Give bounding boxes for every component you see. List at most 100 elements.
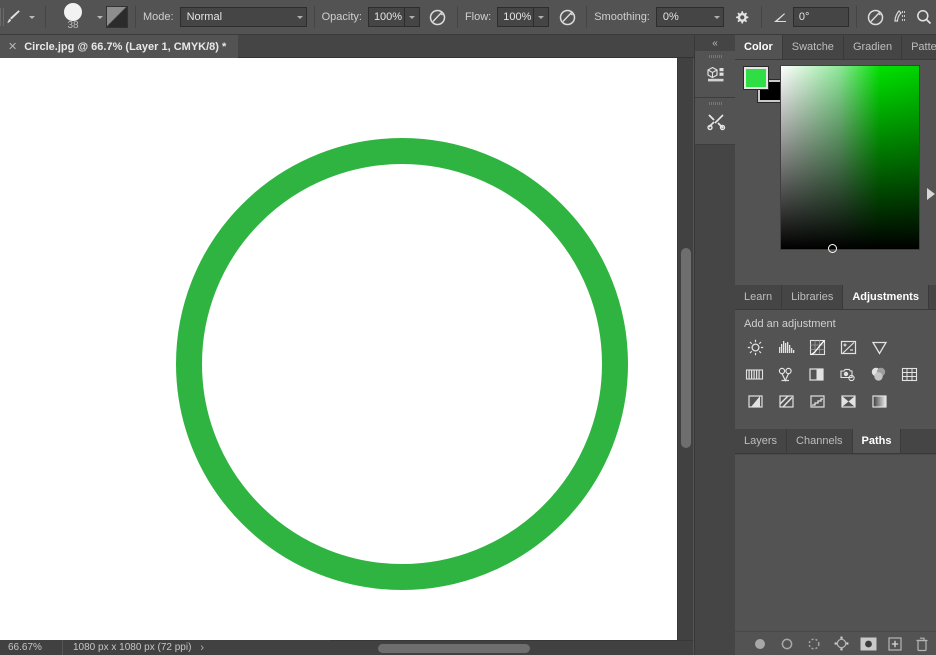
icon-dock: « <box>694 35 736 655</box>
tab-color[interactable]: Color <box>735 35 783 59</box>
blend-mode-value: Normal <box>186 11 223 23</box>
tab-channels[interactable]: Channels <box>787 429 853 453</box>
hue-saturation-icon[interactable] <box>743 363 767 385</box>
vibrance-icon[interactable] <box>867 336 891 358</box>
tab-label: Swatche <box>791 41 834 53</box>
curves-icon[interactable] <box>805 336 829 358</box>
tab-patterns[interactable]: Patterns <box>902 35 936 59</box>
canvas-area[interactable] <box>0 58 693 640</box>
make-work-path-icon[interactable] <box>829 633 853 655</box>
document-tab[interactable]: ✕ Circle.jpg @ 66.7% (Layer 1, CMYK/8) * <box>0 35 239 58</box>
flow-label: Flow: <box>464 11 492 23</box>
color-ramp-cursor[interactable] <box>828 244 837 253</box>
dock-grip <box>709 55 722 58</box>
color-balance-icon[interactable] <box>774 363 798 385</box>
adjustments-panel-tabs: Learn Libraries Adjustments <box>735 285 936 310</box>
double-chevron-left-icon[interactable]: « <box>695 35 735 51</box>
tools-icon[interactable] <box>695 98 736 145</box>
flow-input[interactable]: 100% <box>497 7 535 27</box>
tab-label: Adjustments <box>852 291 919 303</box>
brush-tip-icon <box>64 2 82 21</box>
selective-color-icon[interactable] <box>867 390 891 412</box>
brush-settings-caret-icon[interactable] <box>93 6 106 28</box>
tab-paths[interactable]: Paths <box>852 429 902 453</box>
color-panel-tabs: Color Swatche Gradien Patterns <box>735 35 936 60</box>
paintbrush-icon[interactable] <box>1 5 25 29</box>
flow-stepper[interactable] <box>534 7 550 27</box>
right-panel-dock: Color Swatche Gradien Patterns <box>735 35 936 655</box>
tab-gradients[interactable]: Gradien <box>844 35 903 59</box>
adjustments-icon-grid <box>735 336 936 412</box>
foreground-color-swatch[interactable] <box>743 66 769 90</box>
zoom-level[interactable]: 66.67% <box>0 642 62 653</box>
tab-learn[interactable]: Learn <box>735 285 783 309</box>
delete-path-icon[interactable] <box>910 633 934 655</box>
load-path-as-selection-icon[interactable] <box>802 633 826 655</box>
divider <box>45 6 46 28</box>
divider <box>855 6 857 28</box>
status-bar: 66.67% 1080 px x 1080 px (72 ppi) › <box>0 640 330 655</box>
pressure-opacity-icon[interactable] <box>426 5 450 29</box>
adjustments-row <box>743 390 928 412</box>
photo-filter-icon[interactable] <box>835 363 859 385</box>
add-layer-mask-icon[interactable] <box>856 633 880 655</box>
adjustments-title: Add an adjustment <box>744 318 836 330</box>
document-canvas[interactable] <box>0 58 677 640</box>
angle-value: 0° <box>798 11 810 23</box>
horizontal-scrollbar-thumb[interactable] <box>378 644 530 653</box>
options-bar: 38 Mode: Normal Opacity: 100% Flow: 100%… <box>0 0 936 35</box>
close-icon[interactable]: ✕ <box>8 40 17 53</box>
tab-layers[interactable]: Layers <box>735 429 788 453</box>
blend-mode-group: Mode: Normal <box>143 7 307 27</box>
tab-label: Paths <box>861 435 892 447</box>
tab-label: Color <box>744 41 773 53</box>
angle-icon <box>769 5 793 29</box>
tablet-pressure-icon[interactable] <box>888 5 912 29</box>
status-chevron-icon[interactable]: › <box>200 642 204 654</box>
angle-input[interactable]: 0° <box>792 7 849 27</box>
exposure-icon[interactable] <box>836 336 860 358</box>
paths-list[interactable] <box>735 454 936 631</box>
tab-label: Gradien <box>852 41 893 53</box>
divider <box>135 6 136 28</box>
symmetry-icon[interactable] <box>864 5 888 29</box>
brush-size-preview[interactable]: 38 <box>53 0 93 35</box>
color-lookup-icon[interactable] <box>897 363 921 385</box>
blend-mode-select[interactable]: Normal <box>179 7 307 27</box>
smoothing-select[interactable]: 0% <box>655 7 724 27</box>
pressure-flow-icon[interactable] <box>555 5 579 29</box>
chevron-down-icon <box>713 15 720 19</box>
channel-mixer-icon[interactable] <box>866 363 890 385</box>
tab-swatches[interactable]: Swatche <box>783 35 844 59</box>
invert-icon[interactable] <box>743 390 767 412</box>
gear-icon[interactable] <box>730 5 754 29</box>
dock-grip <box>709 102 722 105</box>
posterize-icon[interactable] <box>774 390 798 412</box>
gradient-map-icon[interactable] <box>836 390 860 412</box>
paths-panel-footer <box>735 631 936 655</box>
divider <box>456 6 458 28</box>
brightness-contrast-icon[interactable] <box>743 336 767 358</box>
canvas-vertical-scrollbar[interactable] <box>677 58 693 640</box>
threshold-icon[interactable] <box>805 390 829 412</box>
tab-label: Channels <box>796 435 843 447</box>
brush-preset-caret-icon[interactable] <box>25 6 38 28</box>
flow-group: Flow: 100% <box>464 7 550 27</box>
tab-adjustments[interactable]: Adjustments <box>843 285 929 309</box>
stroke-path-icon[interactable] <box>775 633 799 655</box>
vertical-scrollbar-thumb[interactable] <box>681 248 691 448</box>
green-color-ramp[interactable] <box>780 65 920 253</box>
fill-path-icon[interactable] <box>748 633 772 655</box>
tab-label: Learn <box>744 291 773 303</box>
search-icon[interactable] <box>912 5 936 29</box>
tab-libraries[interactable]: Libraries <box>782 285 844 309</box>
black-and-white-icon[interactable] <box>805 363 829 385</box>
levels-icon[interactable] <box>774 336 798 358</box>
3d-library-icon[interactable] <box>695 51 736 98</box>
new-path-icon[interactable] <box>883 633 907 655</box>
opacity-stepper[interactable] <box>404 7 420 27</box>
color-ramp-arrow-icon <box>927 188 935 200</box>
brush-preset-icon[interactable] <box>106 6 128 28</box>
divider <box>586 6 588 28</box>
opacity-input[interactable]: 100% <box>367 7 405 27</box>
